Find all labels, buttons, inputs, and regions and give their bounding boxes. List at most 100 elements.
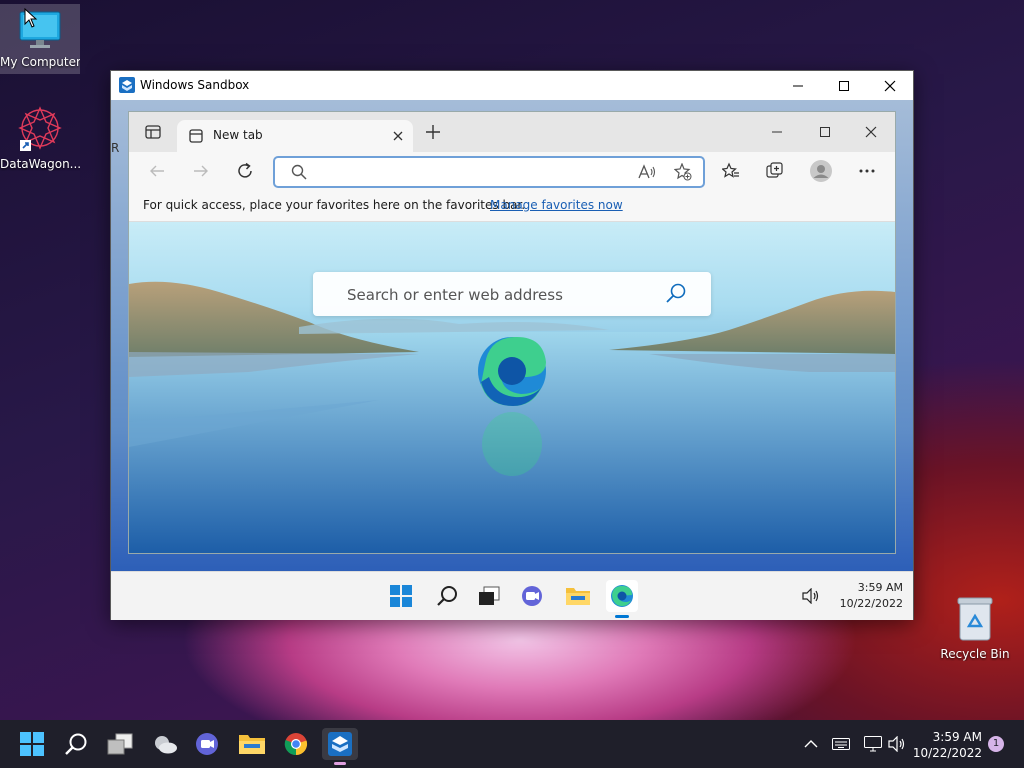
input-indicator-button[interactable] (826, 728, 856, 760)
file-explorer-button[interactable] (234, 728, 270, 760)
sandbox-clock[interactable]: 3:59 AM 10/22/2022 (827, 580, 903, 612)
arrow-right-icon (194, 165, 208, 177)
mouse-cursor-icon (24, 8, 38, 28)
refresh-icon (238, 162, 252, 178)
profile-button[interactable] (805, 157, 837, 185)
search-icon (65, 733, 87, 755)
back-button[interactable] (141, 157, 173, 185)
sandbox-volume-button[interactable] (795, 580, 827, 612)
widgets-button[interactable] (147, 728, 183, 760)
avatar-icon (810, 160, 832, 182)
close-icon (865, 126, 877, 138)
ntp-search-box[interactable]: Search or enter web address (313, 272, 711, 316)
weather-cloud-icon (155, 736, 177, 754)
new-tab-page: Search or enter web address (129, 222, 895, 553)
sandbox-file-explorer-button[interactable] (562, 580, 594, 612)
edge-close-button[interactable] (855, 118, 887, 146)
sandbox-app-icon (328, 732, 352, 756)
volume-button[interactable] (882, 728, 912, 760)
plus-icon (426, 125, 440, 139)
folder-icon (239, 735, 265, 754)
chrome-button[interactable] (278, 728, 314, 760)
desktop-icon-label: DataWagon... (0, 157, 80, 171)
sandbox-app-icon (119, 77, 135, 93)
sandbox-start-button[interactable] (385, 580, 417, 612)
desktop-icon-label: My Computer (0, 55, 80, 69)
windows-logo-icon (20, 732, 44, 756)
tab-label: New tab (213, 128, 263, 142)
sandbox-minimize-button[interactable] (775, 71, 821, 100)
windows-sandbox-taskbar-button[interactable] (322, 728, 358, 765)
tab-close-icon[interactable] (393, 131, 403, 141)
edge-browser-window: New tab For quick access, place your fav… (128, 111, 896, 554)
edge-maximize-button[interactable] (809, 118, 841, 146)
sandbox-time: 3:59 AM (857, 581, 903, 594)
desktop-icon-my-computer[interactable]: My Computer (0, 4, 80, 74)
ntp-search-placeholder: Search or enter web address (347, 286, 563, 304)
minimize-icon (772, 131, 782, 133)
clock[interactable]: 3:59 AM 10/22/2022 (912, 729, 982, 761)
read-aloud-button[interactable] (631, 158, 663, 186)
search-icon (291, 164, 307, 180)
tab-actions-button[interactable] (137, 118, 169, 146)
refresh-button[interactable] (229, 157, 261, 185)
notification-badge[interactable]: 1 (988, 736, 1004, 752)
favorites-button[interactable] (715, 157, 747, 185)
sandbox-maximize-button[interactable] (821, 71, 867, 100)
datawagon-logo-icon (18, 106, 62, 151)
show-hidden-icons-button[interactable] (796, 728, 826, 760)
volume-icon (888, 736, 905, 752)
star-add-icon (674, 163, 692, 181)
desktop-icon-datawagon[interactable]: DataWagon... (0, 104, 80, 171)
favorites-bar: For quick access, place your favorites h… (129, 190, 895, 222)
recycle-bin-icon (957, 597, 993, 641)
sandbox-titlebar[interactable]: Windows Sandbox (111, 71, 913, 100)
desktop-icon-label: Recycle Bin (940, 647, 1010, 661)
edge-tabbar: New tab (129, 112, 895, 152)
chat-button[interactable] (190, 728, 226, 760)
manage-favorites-link[interactable]: Manage favorites now (490, 198, 623, 212)
more-icon (859, 169, 875, 173)
sandbox-taskbar: 3:59 AM 10/22/2022 (111, 571, 913, 620)
folder-icon (566, 588, 590, 605)
maximize-icon (820, 127, 830, 137)
start-button[interactable] (14, 728, 50, 760)
keyboard-icon (832, 738, 850, 750)
task-view-icon (479, 586, 500, 605)
settings-more-button[interactable] (851, 157, 883, 185)
windows-logo-icon (390, 585, 412, 607)
edge-icon (611, 585, 633, 607)
sandbox-chat-button[interactable] (517, 580, 549, 612)
teams-chat-icon (196, 733, 218, 755)
favorites-bar-hint: For quick access, place your favorites h… (143, 198, 526, 212)
sandbox-search-button[interactable] (431, 580, 463, 612)
new-tab-button[interactable] (417, 118, 449, 146)
edge-toolbar (129, 152, 895, 190)
active-app-indicator (334, 762, 346, 765)
desktop-icon-recycle-bin[interactable]: Recycle Bin (935, 596, 1015, 661)
task-view-button[interactable] (102, 728, 138, 760)
new-tab-page-icon (189, 129, 203, 143)
task-view-icon (107, 733, 133, 755)
volume-icon (802, 588, 819, 604)
teams-chat-icon (522, 586, 542, 606)
collections-icon (766, 162, 783, 178)
sandbox-edge-button[interactable] (606, 580, 638, 618)
clock-date: 10/22/2022 (912, 746, 982, 760)
tab-new-tab[interactable]: New tab (177, 120, 413, 152)
collections-button[interactable] (759, 157, 791, 185)
favorites-icon (722, 162, 739, 178)
add-favorite-button[interactable] (667, 158, 699, 186)
address-bar[interactable] (273, 156, 705, 188)
search-icon[interactable] (665, 283, 687, 305)
edge-minimize-button[interactable] (761, 118, 793, 146)
sandbox-task-view-button[interactable] (473, 580, 505, 612)
sandbox-close-button[interactable] (867, 71, 913, 100)
forward-button[interactable] (185, 157, 217, 185)
taskbar: 3:59 AM 10/22/2022 1 (0, 720, 1024, 768)
close-icon (884, 80, 896, 91)
search-button[interactable] (58, 728, 94, 760)
maximize-icon (839, 80, 849, 91)
sandbox-date: 10/22/2022 (839, 597, 903, 610)
chevron-up-icon (804, 740, 818, 748)
